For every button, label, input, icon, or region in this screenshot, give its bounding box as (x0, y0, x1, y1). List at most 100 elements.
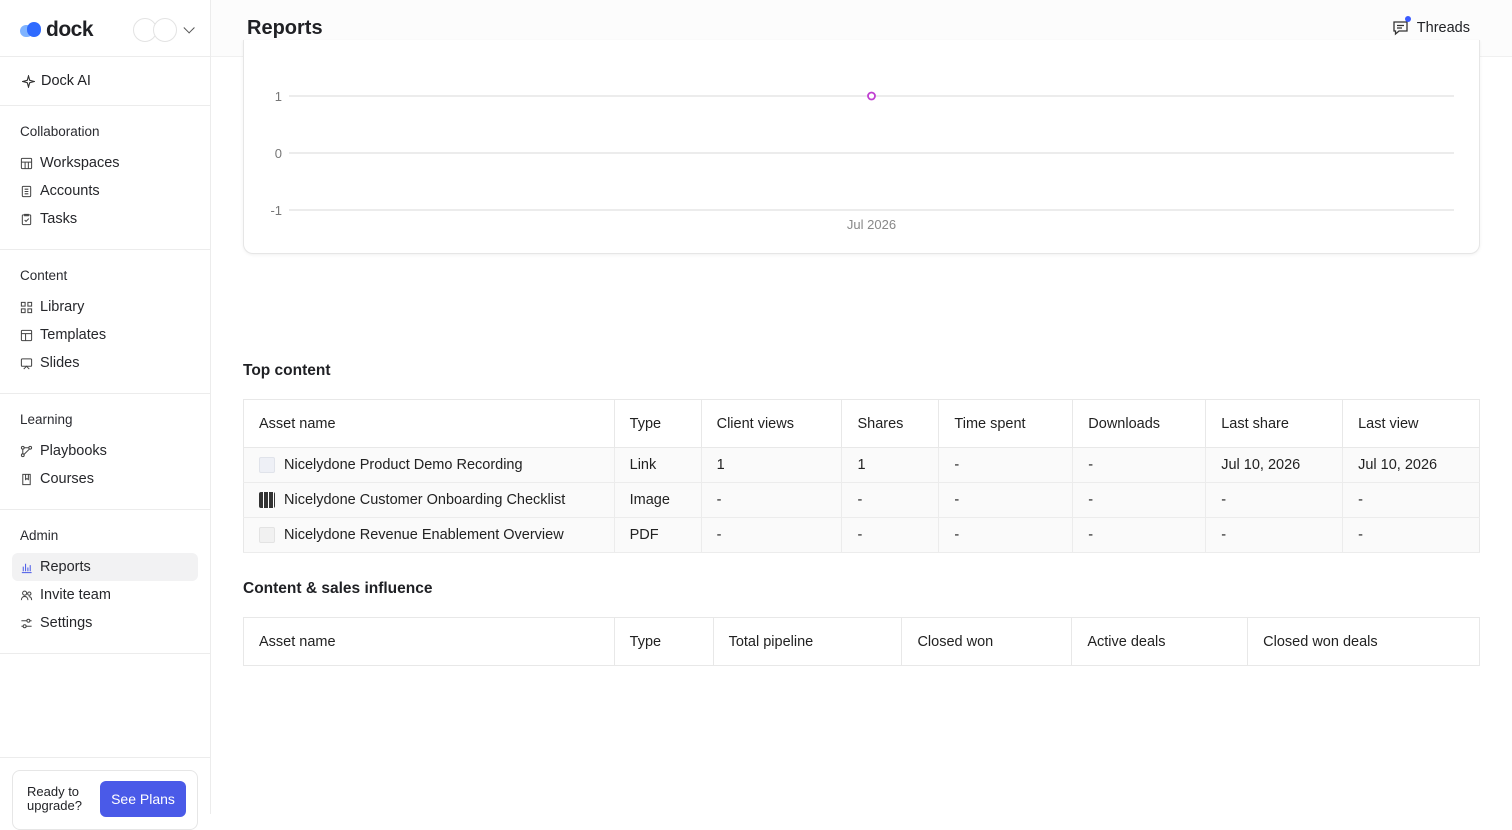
column-header[interactable]: Closed won (901, 617, 1072, 666)
downloads-cell: - (1072, 447, 1206, 483)
table-header-row: Asset name Type Client views Shares Time spe… (243, 399, 1480, 448)
sidebar-item-courses[interactable]: Courses (12, 465, 198, 493)
asset-name-cell: Nicelydone Customer Onboarding Checklist (243, 482, 615, 518)
chevron-down-icon (183, 22, 195, 34)
table-row[interactable]: Nicelydone Product Demo Recording Link 1 1-… (243, 447, 1480, 483)
column-header[interactable]: Client views (700, 399, 842, 448)
time-spent-cell: - (938, 447, 1073, 483)
column-header[interactable]: Asset name (243, 399, 615, 448)
sparkle-icon (22, 74, 35, 88)
downloads-cell: - (1072, 482, 1206, 518)
slides-icon (20, 357, 33, 370)
sidebar-item-invite-team[interactable]: Invite team (12, 581, 198, 609)
nav-section-collaboration: Collaboration Workspaces Accounts Tasks (0, 106, 210, 250)
table-header-row: Asset name Type Total pipeline Closed won Ac… (243, 617, 1480, 666)
downloads-cell: - (1072, 517, 1206, 553)
workspaces-icon (20, 157, 33, 170)
column-header[interactable]: Total pipeline (712, 617, 902, 666)
top-content-heading: Top content (243, 362, 331, 379)
sidebar-item-label: Playbooks (40, 443, 107, 459)
last-view-cell: Jul 10, 2026 (1342, 447, 1480, 483)
column-header[interactable]: Type (613, 617, 714, 666)
top-content-table: Asset name Type Client views Shares Time spe… (243, 399, 1480, 553)
column-header[interactable]: Shares (841, 399, 939, 448)
asset-name[interactable]: Nicelydone Customer Onboarding Checklist (284, 492, 565, 508)
sidebar-item-label: Invite team (40, 587, 111, 603)
sidebar-item-label: Settings (40, 615, 93, 631)
data-point[interactable] (867, 91, 876, 101)
avatar (153, 18, 177, 42)
sidebar-item-reports[interactable]: Reports (12, 553, 198, 581)
sidebar-item-label: Library (40, 299, 85, 315)
see-plans-button[interactable]: See Plans (100, 781, 186, 817)
x-tick-label: Jul 2026 (847, 217, 896, 232)
accounts-icon (20, 185, 33, 198)
sidebar-item-label: Accounts (40, 183, 100, 199)
table-row[interactable]: Nicelydone Customer Onboarding Checklist… (243, 482, 1480, 518)
time-spent-cell: - (938, 482, 1073, 518)
column-header[interactable]: Time spent (938, 399, 1073, 448)
threads-button[interactable]: Threads (1392, 16, 1470, 36)
y-tick-label: 1 (275, 89, 282, 104)
sidebar-item-accounts[interactable]: Accounts (12, 177, 198, 205)
brand-name: dock (46, 18, 94, 41)
sidebar-item-templates[interactable]: Templates (12, 321, 198, 349)
sidebar-item-label: Reports (40, 559, 91, 575)
dock-logo[interactable]: dock (20, 18, 94, 42)
sidebar-item-tasks[interactable]: Tasks (12, 205, 198, 233)
workspace-switcher[interactable] (133, 18, 195, 42)
library-icon (20, 301, 33, 314)
client-views-cell: - (700, 517, 842, 553)
sidebar-item-label: Slides (40, 355, 80, 371)
section-title: Content (20, 268, 68, 283)
table-row[interactable]: Nicelydone Revenue Enablement Overview PD… (243, 517, 1480, 553)
client-views-cell: 1 (700, 447, 842, 483)
reports-icon (20, 561, 33, 574)
sidebar-item-slides[interactable]: Slides (12, 349, 198, 377)
chart-card: 1 0 -1 Jul 2026 (243, 40, 1480, 254)
sidebar: dock Dock AI Collaboration Workspaces Acco… (0, 0, 211, 830)
asset-name[interactable]: Nicelydone Product Demo Recording (284, 457, 523, 473)
last-share-cell: - (1205, 482, 1343, 518)
notification-dot (1404, 16, 1411, 22)
page-title: Reports (247, 17, 323, 39)
influence-table: Asset name Type Total pipeline Closed won Ac… (243, 617, 1480, 666)
dock-ai-item[interactable]: Dock AI (0, 57, 210, 106)
type-cell: Image (613, 482, 702, 518)
column-header[interactable]: Last share (1205, 399, 1343, 448)
brand-bar: dock (0, 0, 210, 57)
shares-cell: 1 (841, 447, 939, 483)
asset-name-cell: Nicelydone Product Demo Recording (243, 447, 615, 483)
asset-name[interactable]: Nicelydone Revenue Enablement Overview (284, 527, 564, 543)
nav-section-learning: Learning Playbooks Courses (0, 394, 210, 510)
templates-icon (20, 329, 33, 342)
influence-heading: Content & sales influence (243, 580, 433, 597)
link-thumbnail-icon (259, 457, 275, 473)
section-title: Collaboration (20, 124, 100, 139)
asset-name-cell: Nicelydone Revenue Enablement Overview (243, 517, 615, 553)
upgrade-text: Ready to upgrade? (27, 784, 82, 813)
sidebar-item-label: Tasks (40, 211, 78, 227)
time-spent-cell: - (938, 517, 1073, 553)
last-share-cell: Jul 10, 2026 (1205, 447, 1343, 483)
client-views-cell: - (700, 482, 842, 518)
column-header[interactable]: Downloads (1072, 399, 1206, 448)
last-view-cell: - (1342, 517, 1480, 553)
courses-icon (20, 473, 33, 486)
column-header[interactable]: Asset name (243, 617, 615, 666)
sidebar-item-workspaces[interactable]: Workspaces (12, 149, 198, 177)
column-header[interactable]: Last view (1342, 399, 1480, 448)
y-tick-label: 0 (275, 146, 282, 161)
sidebar-item-label: Workspaces (40, 155, 120, 171)
sidebar-item-library[interactable]: Library (12, 293, 198, 321)
sidebar-item-playbooks[interactable]: Playbooks (12, 437, 198, 465)
sidebar-item-label: Templates (40, 327, 107, 343)
column-header[interactable]: Closed won deals (1247, 617, 1480, 666)
dock-ai-label: Dock AI (41, 73, 91, 89)
column-header[interactable]: Active deals (1071, 617, 1248, 666)
column-header[interactable]: Type (613, 399, 702, 448)
sidebar-item-settings[interactable]: Settings (12, 609, 198, 637)
section-title: Learning (20, 412, 73, 427)
section-title: Admin (20, 528, 59, 543)
pdf-thumbnail-icon (259, 527, 275, 543)
